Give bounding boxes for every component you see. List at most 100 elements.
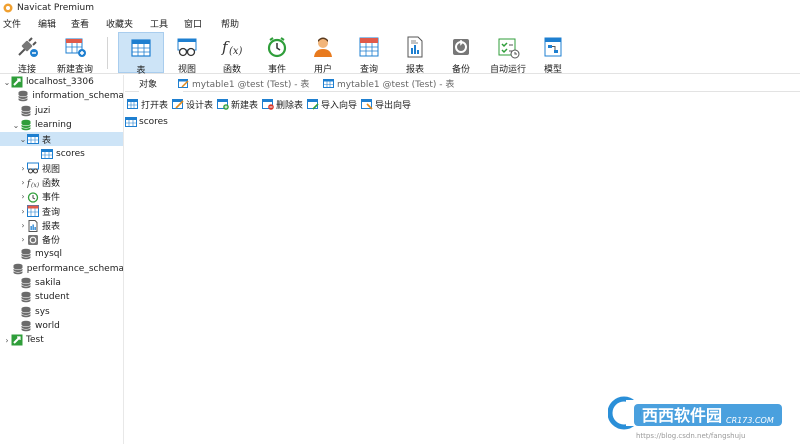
tree-item-performance_schema[interactable]: performance_schema (0, 262, 124, 276)
chevron-down-icon[interactable]: ⌄ (3, 78, 11, 87)
event-clock-icon (265, 35, 289, 59)
toolbar-label: 自动运行 (489, 65, 526, 75)
toolbar-label: 连接 (17, 65, 36, 75)
function-icon: f (x) (27, 176, 39, 188)
delete-table-button[interactable]: 删除表 (262, 96, 303, 112)
menu-window[interactable]: 窗口 (184, 17, 202, 30)
toolbar-function-button[interactable]: f (x) 函数 (215, 32, 249, 75)
tree-item-student[interactable]: student (0, 290, 123, 304)
object-item-scores[interactable]: scores (125, 115, 168, 129)
database-icon (20, 277, 32, 289)
toolbar-auto-run-button[interactable]: 自动运行 (487, 32, 529, 75)
menu-view[interactable]: 查看 (71, 17, 89, 30)
tree-item--[interactable]: › 事件 (0, 190, 123, 204)
toolbar-label: 事件 (267, 65, 286, 75)
chevron-down-icon[interactable]: ⌄ (19, 135, 27, 144)
menu-file[interactable]: 文件 (3, 17, 21, 30)
tree-item--[interactable]: › f (x) 函数 (0, 175, 123, 189)
report-icon (403, 35, 427, 59)
tree-item--[interactable]: › 查询 (0, 204, 123, 218)
watermark-logo: 西西软件园 CR173.COM (607, 396, 784, 430)
toolbar-model-button[interactable]: 模型 (536, 32, 570, 75)
toolbar-query-button[interactable]: 查询 (352, 32, 386, 75)
connection-green-icon (11, 334, 23, 346)
database-icon (12, 263, 24, 275)
tree-item-juzi[interactable]: juzi (0, 104, 123, 118)
tree-item-label: world (35, 320, 60, 331)
new-table-button[interactable]: 新建表 (217, 96, 258, 112)
tab-mytable1-design[interactable]: mytable1 @test (Test) - 表 (178, 75, 318, 92)
export-wizard-button[interactable]: 导出向导 (361, 96, 411, 112)
toolbar-report-button[interactable]: 报表 (398, 32, 432, 75)
tree-item--[interactable]: › 备份 (0, 233, 123, 247)
design-table-label: 设计表 (186, 100, 214, 111)
tree-item-label: performance_schema (26, 263, 124, 274)
tree-item-localhost_3306[interactable]: ⌄ localhost_3306 (0, 75, 123, 89)
chevron-right-icon[interactable]: › (19, 192, 27, 201)
toolbar-view-button[interactable]: 视图 (170, 32, 204, 75)
tree-item-learning[interactable]: ⌄ learning (0, 118, 123, 132)
database-icon (20, 105, 32, 117)
menu-help[interactable]: 帮助 (221, 17, 239, 30)
table-icon (129, 36, 153, 60)
menu-edit[interactable]: 编辑 (38, 17, 56, 30)
tree-item-world[interactable]: world (0, 319, 123, 333)
toolbar-connection-button[interactable]: 连接 (8, 32, 46, 75)
tree-item--[interactable]: › 报表 (0, 219, 123, 233)
design-table-button[interactable]: 设计表 (172, 96, 213, 112)
open-table-button[interactable]: 打开表 (127, 96, 168, 112)
chevron-right-icon[interactable]: › (19, 221, 27, 230)
database-icon (20, 320, 32, 332)
chevron-right-icon[interactable]: › (19, 235, 27, 244)
table-icon (27, 133, 39, 145)
design-table-icon (178, 78, 189, 89)
tree-item-label: 备份 (42, 236, 61, 247)
database-icon (20, 248, 32, 260)
tree-item-label: information_schema (32, 91, 124, 102)
tree-item-label: 事件 (42, 193, 61, 204)
view-icon (27, 162, 39, 174)
toolbar-event-button[interactable]: 事件 (260, 32, 294, 75)
chevron-right-icon[interactable]: › (19, 178, 27, 187)
tree-item-scores[interactable]: scores (0, 147, 123, 161)
toolbar-label: 备份 (451, 65, 470, 75)
menu-favorites[interactable]: 收藏夹 (106, 17, 133, 30)
backup-icon (449, 35, 473, 59)
chevron-right-icon[interactable]: › (19, 164, 27, 173)
table-icon (41, 148, 53, 160)
tree-item-sys[interactable]: sys (0, 305, 123, 319)
toolbar-label: 报表 (405, 65, 424, 75)
toolbar-backup-button[interactable]: 备份 (444, 32, 478, 75)
toolbar-label: 查询 (359, 65, 378, 75)
tree-item--[interactable]: ⌄ 表 (0, 132, 123, 147)
tree-item--[interactable]: › 视图 (0, 161, 123, 175)
toolbar-table-button[interactable]: 表 (118, 32, 164, 76)
delete-table-icon (262, 98, 274, 110)
menu-bar: 文件 编辑 查看 收藏夹 工具 窗口 帮助 (0, 15, 800, 30)
tree-item-sakila[interactable]: sakila (0, 276, 123, 290)
tree-item-test[interactable]: › Test (0, 333, 123, 347)
new-table-icon (217, 98, 229, 110)
toolbar-label: 新建查询 (56, 65, 93, 75)
toolbar-user-button[interactable]: 用户 (306, 32, 340, 75)
object-list: scores (125, 113, 800, 444)
tree-item-mysql[interactable]: mysql (0, 247, 123, 261)
tree-item-label: 报表 (42, 222, 61, 232)
tree-item-label: 函数 (42, 178, 61, 189)
import-wizard-button[interactable]: 导入向导 (307, 96, 357, 112)
menu-tools[interactable]: 工具 (150, 17, 168, 30)
tree-item-label: scores (56, 148, 85, 159)
chevron-down-icon[interactable]: ⌄ (12, 121, 20, 130)
tree-item-label: mysql (35, 249, 62, 260)
toolbar-label: 函数 (222, 65, 241, 75)
chevron-right-icon[interactable]: › (3, 336, 11, 345)
toolbar-new-query-button[interactable]: 新建查询 (55, 32, 95, 75)
backup-icon (27, 234, 39, 246)
chevron-right-icon[interactable]: › (19, 207, 27, 216)
tab-mytable1-data[interactable]: mytable1 @test (Test) - 表 (323, 75, 463, 92)
tree-item-label: sakila (35, 277, 61, 288)
tab-objects[interactable]: 对象 (139, 75, 183, 92)
user-icon (311, 35, 335, 59)
tree-item-information_schema[interactable]: information_schema (0, 89, 124, 103)
new-query-icon (63, 35, 87, 59)
